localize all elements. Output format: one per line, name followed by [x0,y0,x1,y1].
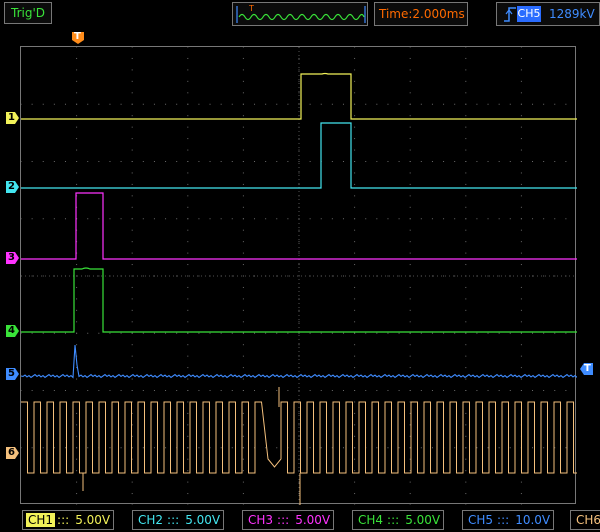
trigger-status: Trig'D [4,2,52,24]
ch4-marker-label: 4 [8,325,15,336]
ch5-marker[interactable]: 5 [6,367,20,381]
ch1-marker-label: 1 [8,112,15,123]
waveform-traces [21,72,577,505]
ch1-trace [21,72,577,120]
ch4-coupling: ::: [387,513,400,527]
trigger-settings[interactable]: CH5 1289kV [496,2,600,26]
ch1-name: CH1 [26,513,56,527]
ch4-marker[interactable]: 4 [6,324,20,338]
ch4-name: CH4 [358,513,384,527]
ch3-scale[interactable]: CH3::: 5.00V [242,510,334,530]
ch1-scale-value: 5.00V [75,513,111,527]
ch2-marker-label: 2 [8,181,15,192]
ch2-scale-value: 5.00V [185,513,221,527]
ch1-marker[interactable]: 1 [6,111,20,125]
trigger-level-label: T [584,363,591,374]
ch6-marker-label: 6 [8,447,15,458]
overview-trigger-marker: T [248,4,254,13]
ch1-coupling: ::: [57,513,70,527]
ch6-name: CH6 [576,513,600,527]
ch2-marker[interactable]: 2 [6,180,20,194]
ch6-trace [21,387,577,505]
ch6-marker[interactable]: 6 [6,446,20,460]
ch4-trace [21,267,577,333]
ch5-marker-label: 5 [8,368,15,379]
trigger-source: CH5 [517,6,541,22]
ch2-name: CH2 [138,513,164,527]
top-status-bar: Trig'D T Time:2.000ms CH5 1289kV [0,0,600,32]
ch5-coupling: ::: [497,513,510,527]
ch5-scale[interactable]: CH5::: 10.0V [462,510,554,530]
waveform-overview-graphic: T [236,4,366,23]
ch2-scale[interactable]: CH2::: 5.00V [132,510,224,530]
rising-edge-icon [504,7,516,22]
ch1-scale[interactable]: CH1::: 5.00V [22,510,114,530]
channel-scale-bar: CH1::: 5.00V CH2::: 5.00V CH3::: 5.00V CH4:… [0,506,600,532]
ch6-scale[interactable]: CH6 [570,510,600,530]
ch5-scale-value: 10.0V [515,513,551,527]
trigger-position-marker[interactable]: T [71,31,85,45]
ch3-marker[interactable]: 3 [6,251,20,265]
ch3-trace [21,192,577,260]
ch5-name: CH5 [468,513,494,527]
ch5-trace [21,344,577,379]
timebase-readout[interactable]: Time:2.000ms [374,2,468,26]
ch2-trace [21,122,577,189]
trigger-position-label: T [74,31,81,42]
ch4-scale[interactable]: CH4::: 5.00V [352,510,444,530]
ch2-coupling: ::: [167,513,180,527]
trigger-level-marker[interactable]: T [580,362,594,376]
ch3-marker-label: 3 [8,252,15,263]
ch3-name: CH3 [248,513,274,527]
ch3-coupling: ::: [277,513,290,527]
waveform-overview: T [232,2,368,26]
trigger-level: 1289kV [549,7,595,21]
ch3-scale-value: 5.00V [295,513,331,527]
ch4-scale-value: 5.00V [405,513,441,527]
scope-display[interactable] [20,46,577,505]
